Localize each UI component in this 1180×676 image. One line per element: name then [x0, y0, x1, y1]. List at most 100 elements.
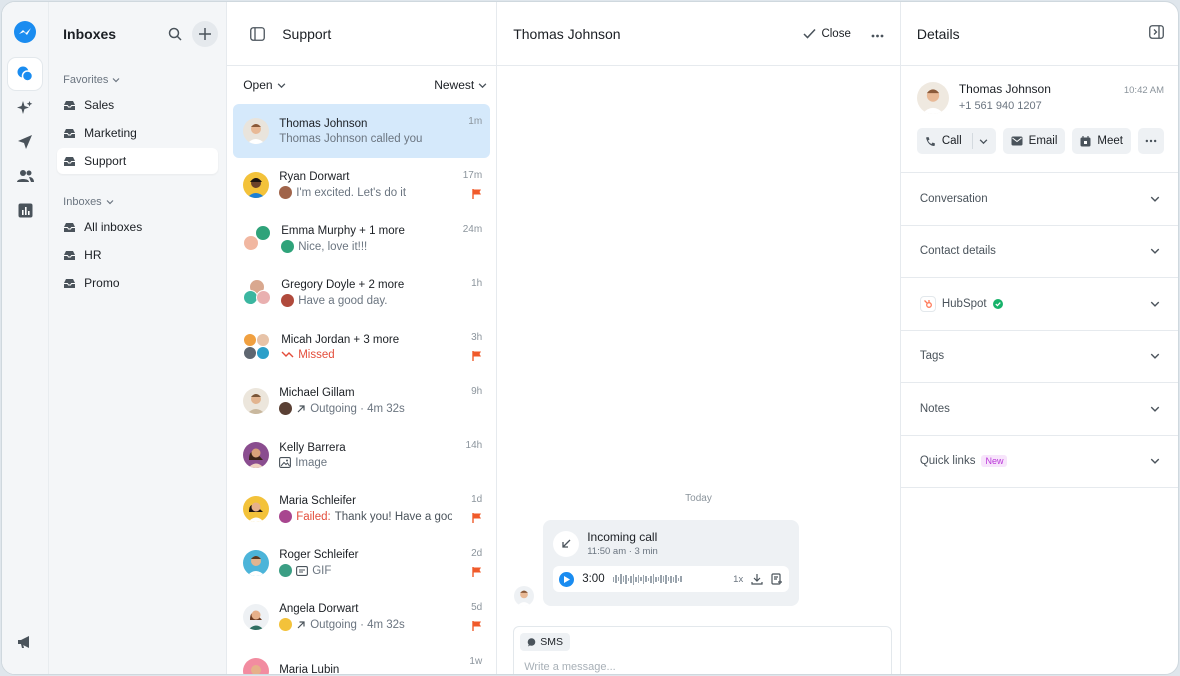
inbox-sidebar-header: Inboxes: [57, 2, 219, 66]
sidebar-item-label: Marketing: [84, 126, 137, 140]
section-conversation[interactable]: Conversation: [900, 173, 1178, 226]
section-label: HubSpot: [941, 297, 987, 310]
message-preview: I'm excited. Let's do it: [296, 186, 407, 199]
status-filter-dropdown[interactable]: Open: [243, 78, 285, 92]
channel-selector[interactable]: SMS: [520, 633, 570, 651]
rail-inbox-button[interactable]: [8, 58, 43, 90]
transcript-icon[interactable]: [771, 573, 783, 585]
add-inbox-button[interactable]: [192, 21, 219, 47]
message-preview: Thomas Johnson called you: [279, 132, 423, 145]
contact-name: Gregory Doyle + 2 more: [281, 279, 405, 291]
close-conversation-button[interactable]: Close: [803, 28, 851, 40]
toggle-sidebar-button[interactable]: [244, 21, 270, 47]
section-quick-links[interactable]: Quick links New: [900, 436, 1178, 488]
conversation-list-header: Support: [227, 2, 497, 66]
paper-plane-icon: [18, 135, 33, 149]
inboxes-group-toggle[interactable]: Inboxes: [57, 188, 218, 214]
sender-avatar: [279, 510, 293, 523]
conversation-list-title: Support: [282, 25, 332, 42]
panel-collapse-icon: [1149, 25, 1164, 39]
audio-duration: 3:00: [582, 573, 605, 585]
sender-avatar: [279, 618, 293, 631]
sidebar-item-promo[interactable]: Promo: [57, 270, 218, 296]
call-button[interactable]: Call: [916, 128, 996, 154]
contact-name: Thomas Johnson: [958, 82, 1051, 96]
sidebar-item-all-inboxes[interactable]: All inboxes: [57, 214, 218, 240]
more-options-button[interactable]: [871, 26, 884, 41]
contact-name: Micah Jordan + 3 more: [281, 333, 400, 346]
conversation-row[interactable]: Gregory Doyle + 2 more Have a good day. …: [233, 266, 490, 320]
message-input-placeholder[interactable]: Write a message...: [524, 661, 885, 673]
conversation-row[interactable]: Angela Dorwart Outgoing · 4m 32s 5d: [233, 590, 490, 644]
conversation-row[interactable]: Maria Schleifer Failed: Thank you! Have …: [233, 482, 490, 536]
sort-dropdown[interactable]: Newest: [434, 78, 487, 92]
sidebar-toggle-icon: [249, 26, 265, 41]
inbox-tray-icon: [64, 128, 76, 138]
section-hubspot[interactable]: HubSpot: [900, 278, 1178, 331]
message-preview: Missed: [298, 348, 335, 361]
image-icon: [279, 457, 292, 468]
message-composer[interactable]: SMS Write a message...: [513, 626, 893, 674]
download-icon[interactable]: [751, 573, 763, 585]
inbox-tray-icon: [64, 156, 76, 166]
more-actions-button[interactable]: [1138, 128, 1164, 154]
hubspot-logo-icon: [919, 295, 936, 312]
conversation-row[interactable]: Kelly Barrera Image 14h: [233, 428, 490, 482]
rail-ai-button[interactable]: [8, 92, 42, 124]
chat-header: Thomas Johnson Close: [497, 2, 900, 66]
details-panel: Details Thomas Johnson +1 561 940 1207 1…: [900, 2, 1178, 674]
conversation-row[interactable]: Maria Lubin 1w: [233, 644, 490, 674]
rail-analytics-button[interactable]: [8, 194, 42, 226]
search-button[interactable]: [162, 21, 188, 47]
playback-speed-button[interactable]: 1x: [733, 574, 743, 585]
collapse-details-button[interactable]: [1149, 25, 1164, 42]
rail-contacts-button[interactable]: [8, 160, 42, 192]
contact-phone: +1 561 940 1207: [958, 100, 1042, 112]
day-divider: Today: [685, 493, 712, 504]
conversation-row[interactable]: Roger Schleifer GIF 2d: [233, 536, 490, 590]
favorites-group-toggle[interactable]: Favorites: [57, 66, 218, 92]
person-icon: [248, 502, 265, 522]
rail-announcements-button[interactable]: [8, 626, 42, 658]
conversation-row[interactable]: Michael Gillam Outgoing · 4m 32s 9h: [233, 374, 490, 428]
chevron-down-icon: [112, 78, 120, 83]
timestamp: 5d: [471, 602, 483, 613]
timestamp: 1h: [471, 278, 483, 289]
ellipsis-icon: [1145, 139, 1157, 143]
conversation-row[interactable]: Emma Murphy + 1 more Nice, love it!!! 24…: [233, 212, 490, 266]
avatar: [243, 442, 270, 468]
search-icon: [168, 27, 182, 41]
avatar: [243, 496, 270, 522]
email-button[interactable]: Email: [1002, 128, 1066, 154]
call-label: Call: [941, 135, 962, 147]
sidebar-item-hr[interactable]: HR: [57, 242, 218, 268]
conversation-row[interactable]: Ryan Dorwart I'm excited. Let's do it 17…: [233, 158, 490, 212]
calendar-icon: [1080, 135, 1091, 146]
avatar: [916, 82, 949, 114]
timestamp: 24m: [462, 224, 483, 235]
contact-name: Thomas Johnson: [279, 117, 368, 130]
call-title: Incoming call: [587, 530, 658, 544]
person-icon: [921, 89, 944, 114]
contact-name: Maria Schleifer: [279, 495, 356, 507]
sidebar-item-support[interactable]: Support: [57, 148, 219, 174]
waveform[interactable]: [612, 573, 726, 585]
sidebar-item-marketing[interactable]: Marketing: [57, 120, 218, 146]
sender-avatar: [281, 294, 295, 307]
person-icon: [247, 394, 266, 414]
conversation-row[interactable]: Micah Jordan + 3 more Missed 3h: [233, 320, 490, 374]
chevron-down-icon: [106, 200, 114, 205]
chevron-down-icon[interactable]: [979, 137, 988, 146]
chevron-down-icon: [277, 82, 285, 88]
rail-campaigns-button[interactable]: [8, 126, 42, 158]
timestamp: 14h: [465, 440, 483, 451]
section-contact-details[interactable]: Contact details: [900, 226, 1178, 278]
play-button[interactable]: [559, 571, 575, 587]
sidebar-item-sales[interactable]: Sales: [57, 92, 218, 118]
conversation-row[interactable]: Thomas Johnson Thomas Johnson called you…: [233, 104, 491, 158]
meet-button[interactable]: Meet: [1072, 128, 1131, 154]
avatar: [243, 658, 270, 674]
status-filter-value: Open: [243, 78, 273, 92]
section-tags[interactable]: Tags: [900, 331, 1178, 383]
section-notes[interactable]: Notes: [900, 383, 1178, 436]
